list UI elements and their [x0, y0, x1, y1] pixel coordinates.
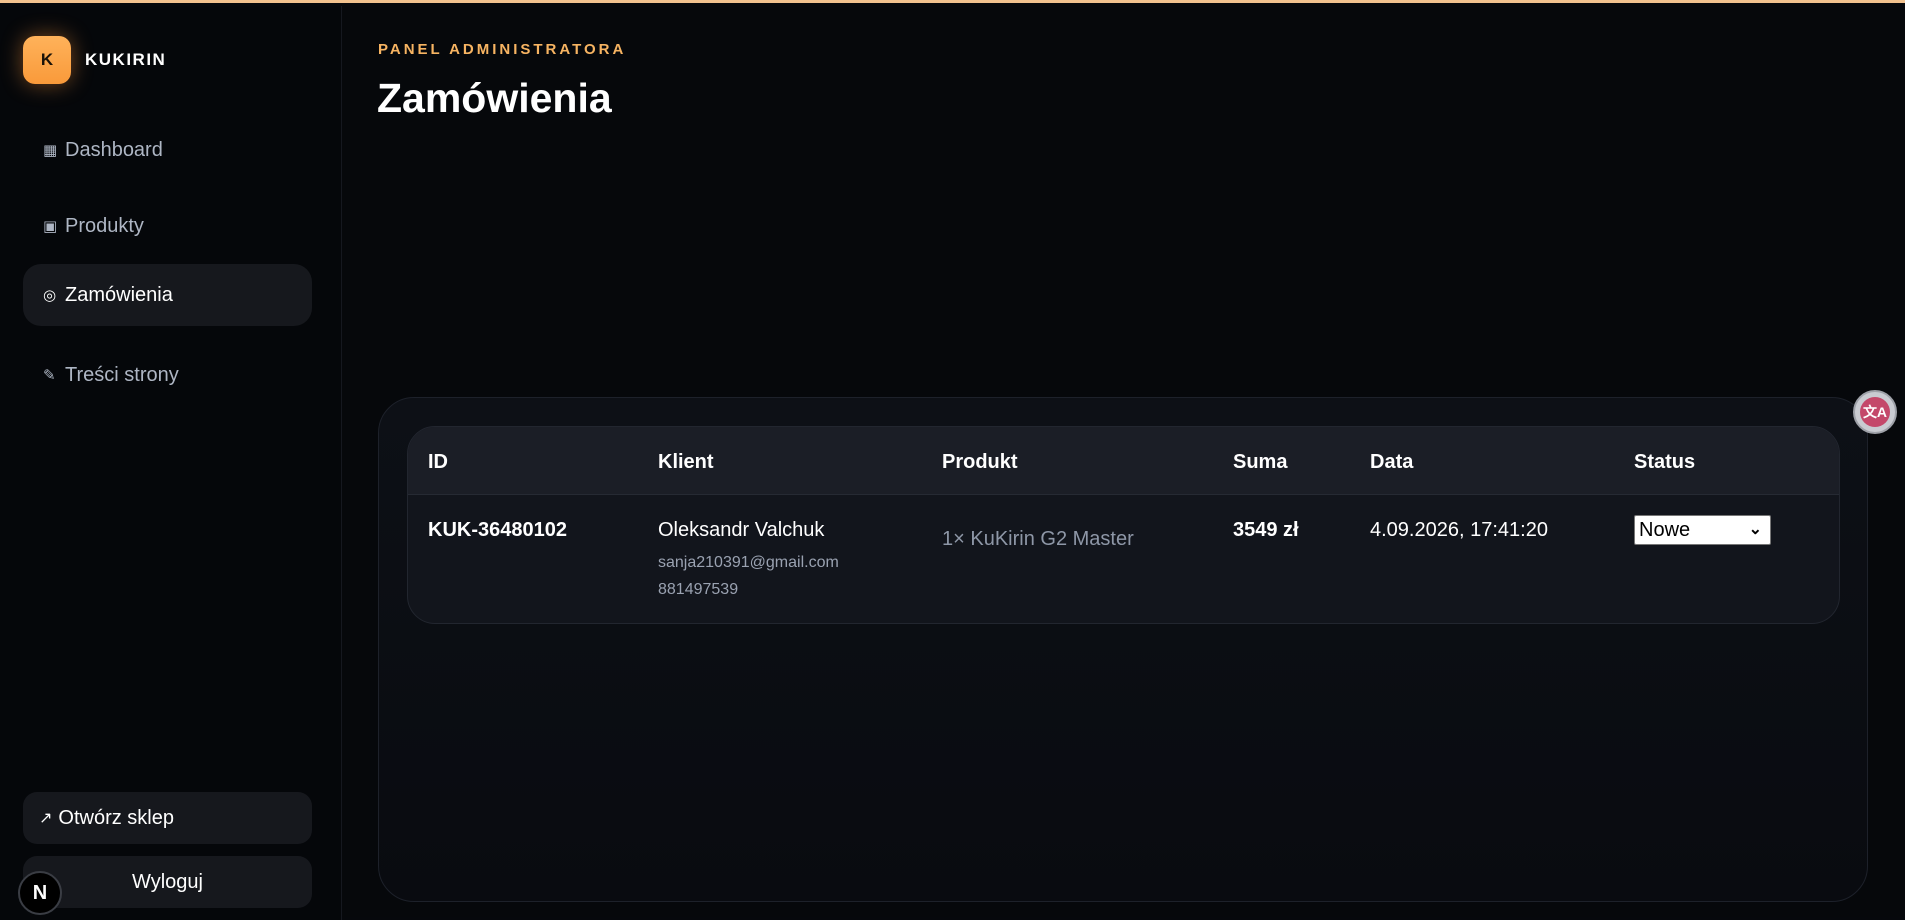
translate-extension-button[interactable]: 文A [1853, 390, 1897, 434]
order-date: 4.09.2026, 17:41:20 [1370, 519, 1548, 541]
column-header-date: Data [1370, 451, 1414, 473]
logout-button[interactable]: Wyloguj [23, 856, 312, 908]
table-header: ID Klient Produkt Suma Data Status [408, 427, 1839, 495]
next-dev-badge-icon[interactable]: N [18, 871, 62, 915]
client-email: sanja210391@gmail.com [658, 554, 839, 571]
target-icon: ◎ [43, 287, 57, 304]
chevron-down-icon: ⌄ [1748, 521, 1762, 538]
sidebar-item-label: Dashboard [65, 138, 163, 161]
column-header-product: Produkt [942, 451, 1018, 473]
sidebar: K KUKIRIN ▦ Dashboard ▣ Produkty ◎ Zamów… [0, 6, 342, 920]
box-icon: ▣ [43, 218, 58, 235]
open-store-label: Otwórz sklep [58, 806, 174, 829]
client-name: Oleksandr Valchuk [658, 519, 825, 541]
sidebar-item-label: Treści strony [65, 363, 179, 386]
column-header-status: Status [1634, 451, 1696, 473]
column-header-client: Klient [658, 451, 714, 473]
brand[interactable]: K KUKIRIN [23, 36, 166, 84]
open-store-button[interactable]: ↗ Otwórz sklep [23, 792, 312, 844]
translate-icon: 文A [1860, 397, 1890, 427]
sidebar-item-produkty[interactable]: ▣ Produkty [23, 195, 312, 257]
pencil-icon: ✎ [43, 367, 56, 384]
column-header-sum: Suma [1233, 451, 1288, 473]
grid-icon: ▦ [43, 142, 58, 159]
page-eyebrow: PANEL ADMINISTRATORA [378, 41, 627, 58]
sidebar-item-zamowienia[interactable]: ◎ Zamówienia [23, 264, 312, 326]
status-select-value: Nowe [1639, 518, 1691, 541]
brand-name: KUKIRIN [85, 50, 167, 69]
status-select[interactable]: Nowe ⌄ [1634, 515, 1771, 545]
brand-logo: K [23, 36, 71, 84]
orders-table: ID Klient Produkt Suma Data Status KUK-3… [407, 426, 1840, 624]
order-sum: 3549 zł [1233, 519, 1299, 541]
app-window: K KUKIRIN ▦ Dashboard ▣ Produkty ◎ Zamów… [0, 0, 1905, 920]
sidebar-item-tresci-strony[interactable]: ✎ Treści strony [23, 344, 312, 406]
sidebar-item-label: Produkty [65, 214, 144, 237]
sidebar-item-dashboard[interactable]: ▦ Dashboard [23, 119, 312, 181]
order-product: 1× KuKirin G2 Master [942, 528, 1134, 550]
page-title: Zamówienia [377, 75, 612, 121]
sidebar-item-label: Zamówienia [65, 283, 173, 306]
external-link-icon: ↗ [39, 810, 53, 827]
order-id: KUK-36480102 [428, 519, 567, 541]
client-phone: 881497539 [658, 581, 739, 598]
column-header-id: ID [428, 451, 448, 473]
